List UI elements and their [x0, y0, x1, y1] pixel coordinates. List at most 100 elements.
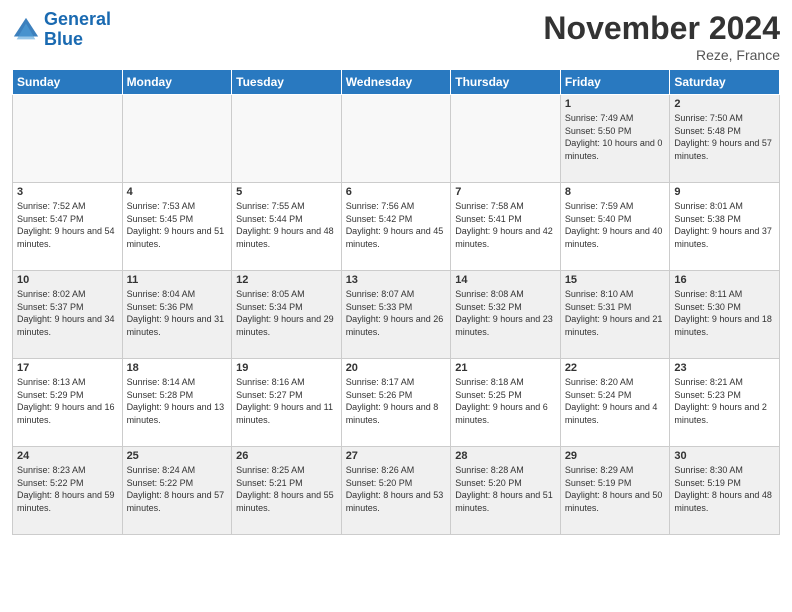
day-info: Sunrise: 8:13 AMSunset: 5:29 PMDaylight:…: [17, 376, 118, 426]
col-tuesday: Tuesday: [232, 70, 342, 95]
col-wednesday: Wednesday: [341, 70, 451, 95]
day-info: Sunrise: 8:24 AMSunset: 5:22 PMDaylight:…: [127, 464, 228, 514]
calendar-week-3: 10Sunrise: 8:02 AMSunset: 5:37 PMDayligh…: [13, 271, 780, 359]
day-info: Sunrise: 8:21 AMSunset: 5:23 PMDaylight:…: [674, 376, 775, 426]
day-info: Sunrise: 8:20 AMSunset: 5:24 PMDaylight:…: [565, 376, 666, 426]
day-info: Sunrise: 7:58 AMSunset: 5:41 PMDaylight:…: [455, 200, 556, 250]
day-number: 5: [236, 186, 337, 198]
calendar-cell: 5 Sunrise: 7:55 AMSunset: 5:44 PMDaylight…: [232, 183, 342, 271]
day-number: 3: [17, 186, 118, 198]
calendar-cell: 1 Sunrise: 7:49 AMSunset: 5:50 PMDaylight…: [560, 95, 670, 183]
day-number: 22: [565, 362, 666, 374]
calendar-cell: 23 Sunrise: 8:21 AMSunset: 5:23 PMDayligh…: [670, 359, 780, 447]
calendar-cell: 27 Sunrise: 8:26 AMSunset: 5:20 PMDayligh…: [341, 447, 451, 535]
day-number: 19: [236, 362, 337, 374]
day-info: Sunrise: 7:52 AMSunset: 5:47 PMDaylight:…: [17, 200, 118, 250]
day-info: Sunrise: 8:11 AMSunset: 5:30 PMDaylight:…: [674, 288, 775, 338]
day-number: 1: [565, 98, 666, 110]
day-number: 13: [346, 274, 447, 286]
calendar-cell: 22 Sunrise: 8:20 AMSunset: 5:24 PMDayligh…: [560, 359, 670, 447]
day-number: 21: [455, 362, 556, 374]
day-info: Sunrise: 8:29 AMSunset: 5:19 PMDaylight:…: [565, 464, 666, 514]
day-number: 15: [565, 274, 666, 286]
calendar-cell: 8 Sunrise: 7:59 AMSunset: 5:40 PMDaylight…: [560, 183, 670, 271]
calendar-cell: 3 Sunrise: 7:52 AMSunset: 5:47 PMDaylight…: [13, 183, 123, 271]
day-number: 9: [674, 186, 775, 198]
day-info: Sunrise: 8:05 AMSunset: 5:34 PMDaylight:…: [236, 288, 337, 338]
day-info: Sunrise: 7:55 AMSunset: 5:44 PMDaylight:…: [236, 200, 337, 250]
col-thursday: Thursday: [451, 70, 561, 95]
day-number: 4: [127, 186, 228, 198]
day-info: Sunrise: 8:07 AMSunset: 5:33 PMDaylight:…: [346, 288, 447, 338]
calendar-cell: [122, 95, 232, 183]
calendar-cell: 20 Sunrise: 8:17 AMSunset: 5:26 PMDayligh…: [341, 359, 451, 447]
calendar-cell: 2 Sunrise: 7:50 AMSunset: 5:48 PMDaylight…: [670, 95, 780, 183]
location: Reze, France: [543, 47, 780, 63]
day-info: Sunrise: 8:30 AMSunset: 5:19 PMDaylight:…: [674, 464, 775, 514]
day-info: Sunrise: 7:53 AMSunset: 5:45 PMDaylight:…: [127, 200, 228, 250]
calendar-cell: [451, 95, 561, 183]
day-number: 7: [455, 186, 556, 198]
day-number: 17: [17, 362, 118, 374]
col-sunday: Sunday: [13, 70, 123, 95]
day-info: Sunrise: 8:17 AMSunset: 5:26 PMDaylight:…: [346, 376, 447, 426]
day-info: Sunrise: 8:26 AMSunset: 5:20 PMDaylight:…: [346, 464, 447, 514]
day-number: 14: [455, 274, 556, 286]
day-number: 23: [674, 362, 775, 374]
calendar-cell: 13 Sunrise: 8:07 AMSunset: 5:33 PMDayligh…: [341, 271, 451, 359]
col-monday: Monday: [122, 70, 232, 95]
day-info: Sunrise: 8:08 AMSunset: 5:32 PMDaylight:…: [455, 288, 556, 338]
calendar-cell: 16 Sunrise: 8:11 AMSunset: 5:30 PMDayligh…: [670, 271, 780, 359]
calendar-table: Sunday Monday Tuesday Wednesday Thursday…: [12, 69, 780, 535]
day-info: Sunrise: 8:01 AMSunset: 5:38 PMDaylight:…: [674, 200, 775, 250]
calendar-cell: 29 Sunrise: 8:29 AMSunset: 5:19 PMDayligh…: [560, 447, 670, 535]
calendar-week-4: 17 Sunrise: 8:13 AMSunset: 5:29 PMDayligh…: [13, 359, 780, 447]
calendar-cell: 19 Sunrise: 8:16 AMSunset: 5:27 PMDayligh…: [232, 359, 342, 447]
day-number: 18: [127, 362, 228, 374]
calendar-cell: 30 Sunrise: 8:30 AMSunset: 5:19 PMDayligh…: [670, 447, 780, 535]
day-number: 29: [565, 450, 666, 462]
calendar-cell: 26Sunrise: 8:25 AMSunset: 5:21 PMDayligh…: [232, 447, 342, 535]
day-number: 2: [674, 98, 775, 110]
day-info: Sunrise: 7:50 AMSunset: 5:48 PMDaylight:…: [674, 112, 775, 162]
day-info: Sunrise: 8:28 AMSunset: 5:20 PMDaylight:…: [455, 464, 556, 514]
day-info: Sunrise: 8:10 AMSunset: 5:31 PMDaylight:…: [565, 288, 666, 338]
title-block: November 2024 Reze, France: [543, 10, 780, 63]
day-number: 25: [127, 450, 228, 462]
day-info: Sunrise: 8:23 AMSunset: 5:22 PMDaylight:…: [17, 464, 118, 514]
day-number: 8: [565, 186, 666, 198]
calendar-cell: 4 Sunrise: 7:53 AMSunset: 5:45 PMDaylight…: [122, 183, 232, 271]
day-info: Sunrise: 8:14 AMSunset: 5:28 PMDaylight:…: [127, 376, 228, 426]
calendar-cell: 28Sunrise: 8:28 AMSunset: 5:20 PMDayligh…: [451, 447, 561, 535]
month-title: November 2024: [543, 10, 780, 47]
calendar-cell: 14 Sunrise: 8:08 AMSunset: 5:32 PMDayligh…: [451, 271, 561, 359]
day-info: Sunrise: 7:49 AMSunset: 5:50 PMDaylight:…: [565, 112, 666, 162]
header-row: Sunday Monday Tuesday Wednesday Thursday…: [13, 70, 780, 95]
page: General Blue November 2024 Reze, France …: [0, 0, 792, 612]
logo-line1: General: [44, 9, 111, 29]
calendar-cell: [341, 95, 451, 183]
calendar-cell: 15 Sunrise: 8:10 AMSunset: 5:31 PMDayligh…: [560, 271, 670, 359]
calendar-cell: 11Sunrise: 8:04 AMSunset: 5:36 PMDayligh…: [122, 271, 232, 359]
day-number: 20: [346, 362, 447, 374]
calendar-cell: 7 Sunrise: 7:58 AMSunset: 5:41 PMDaylight…: [451, 183, 561, 271]
day-info: Sunrise: 8:04 AMSunset: 5:36 PMDaylight:…: [127, 288, 228, 338]
logo-text: General Blue: [44, 10, 111, 50]
logo: General Blue: [12, 10, 111, 50]
day-number: 30: [674, 450, 775, 462]
day-number: 27: [346, 450, 447, 462]
day-number: 12: [236, 274, 337, 286]
day-number: 16: [674, 274, 775, 286]
calendar-cell: 6Sunrise: 7:56 AMSunset: 5:42 PMDaylight…: [341, 183, 451, 271]
logo-icon: [12, 16, 40, 44]
calendar-week-5: 24 Sunrise: 8:23 AMSunset: 5:22 PMDayligh…: [13, 447, 780, 535]
calendar-cell: 25 Sunrise: 8:24 AMSunset: 5:22 PMDayligh…: [122, 447, 232, 535]
day-number: 24: [17, 450, 118, 462]
calendar-cell: 10Sunrise: 8:02 AMSunset: 5:37 PMDayligh…: [13, 271, 123, 359]
col-saturday: Saturday: [670, 70, 780, 95]
day-info: Sunrise: 8:02 AMSunset: 5:37 PMDaylight:…: [17, 288, 118, 338]
day-info: Sunrise: 7:59 AMSunset: 5:40 PMDaylight:…: [565, 200, 666, 250]
day-number: 26: [236, 450, 337, 462]
day-info: Sunrise: 8:16 AMSunset: 5:27 PMDaylight:…: [236, 376, 337, 426]
calendar-cell: 21Sunrise: 8:18 AMSunset: 5:25 PMDayligh…: [451, 359, 561, 447]
